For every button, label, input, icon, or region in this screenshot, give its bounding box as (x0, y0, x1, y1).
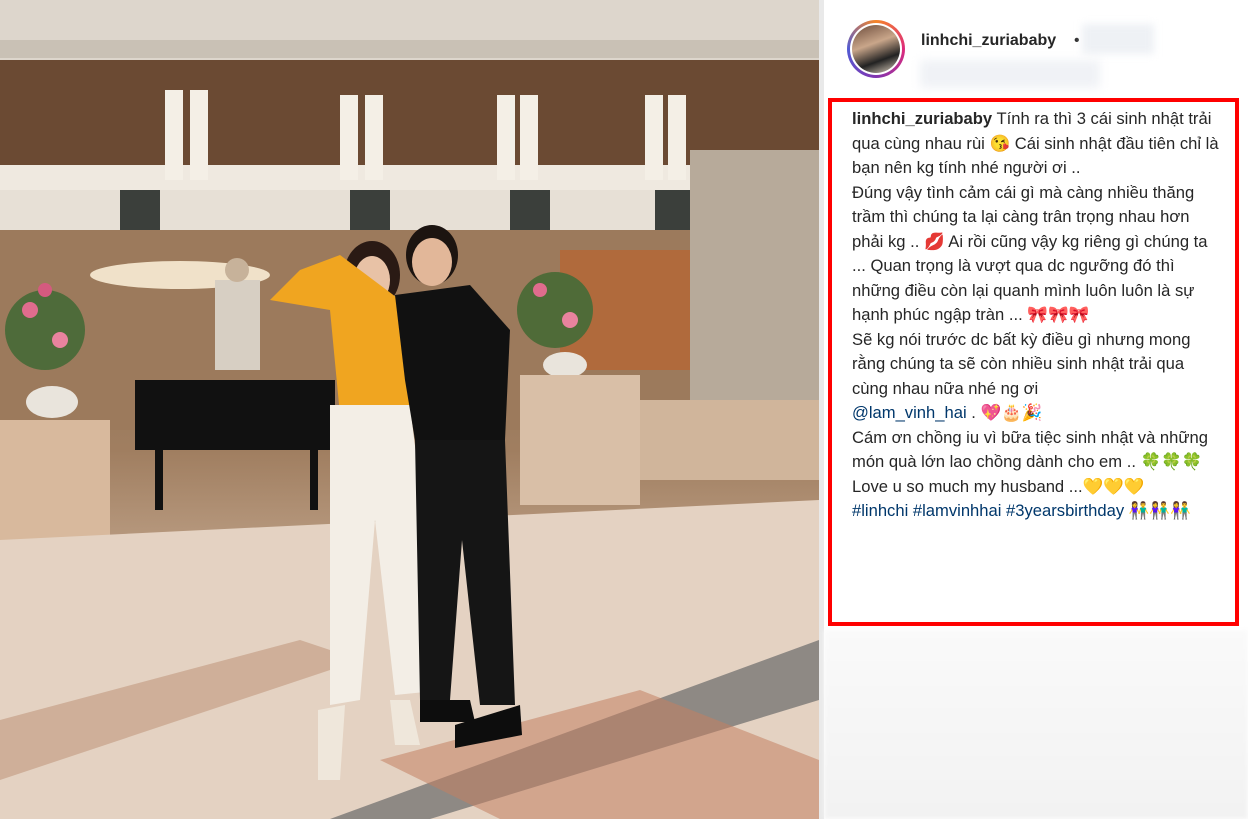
caption-paragraph: Cám ơn chồng iu vì bữa tiệc sinh nhật và… (852, 426, 1224, 475)
column (497, 95, 515, 180)
stone-wall (690, 150, 819, 410)
fascia-panel (510, 190, 550, 230)
caption-line: Love u so much my husband ...💛💛💛 (852, 476, 1145, 496)
caption-paragraph: Sẽ kg nói trước dc bất kỳ điều gì nhưng … (852, 328, 1224, 402)
caption-line: Cám ơn chồng iu vì bữa tiệc sinh nhật và… (852, 427, 1208, 472)
avatar-image (852, 25, 900, 73)
column (190, 90, 208, 180)
username-link[interactable]: linhchi_zuriababy (921, 32, 1056, 50)
flower-arrangement (517, 272, 593, 348)
column (520, 95, 538, 180)
caption-paragraph: linhchi_zuriababy Tính ra thì 3 cái sinh… (852, 107, 1224, 181)
post-photo (0, 0, 819, 819)
caption-paragraph: #linhchi #lamvinhhai #3yearsbirthday 👫👫👫 (852, 499, 1224, 524)
post-details-panel: linhchi_zuriababy • linhchi_zuriababy Tí… (824, 0, 1248, 819)
hashtag-suffix: 👫👫👫 (1124, 501, 1191, 520)
caption-paragraph: Đúng vậy tình cảm cái gì mà càng nhiều t… (852, 181, 1224, 328)
counter (520, 375, 640, 505)
avatar[interactable] (847, 20, 905, 78)
blurred-comments-area (824, 630, 1248, 819)
separator-dot: • (1074, 32, 1080, 49)
post-header: linhchi_zuriababy • (824, 0, 1248, 96)
blurred-location (920, 60, 1100, 88)
fountain (215, 280, 260, 370)
caption-author-link[interactable]: linhchi_zuriababy (852, 109, 992, 128)
fascia-panel (350, 190, 390, 230)
mention-suffix: . 💖🎂🎉 (966, 403, 1043, 422)
column (365, 95, 383, 180)
column (645, 95, 663, 180)
caption-paragraph: @lam_vinh_hai . 💖🎂🎉 (852, 401, 1224, 426)
caption-line: Sẽ kg nói trước dc bất kỳ điều gì nhưng … (852, 329, 1191, 398)
caption-line: Đúng vậy tình cảm cái gì mà càng nhiều t… (852, 182, 1208, 325)
hashtag-links[interactable]: #linhchi #lamvinhhai #3yearsbirthday (852, 501, 1124, 520)
fascia-panel (655, 190, 695, 230)
column (165, 90, 183, 180)
column (340, 95, 358, 180)
fountain-top (225, 258, 249, 282)
flower-arrangement (5, 290, 85, 370)
caption-paragraph: Love u so much my husband ...💛💛💛 (852, 475, 1224, 500)
grand-piano (135, 380, 335, 450)
flower-vase (26, 386, 78, 418)
column (668, 95, 686, 180)
flower-vase (543, 352, 587, 378)
caption-highlight-box: linhchi_zuriababy Tính ra thì 3 cái sinh… (828, 98, 1239, 626)
mention-link[interactable]: @lam_vinh_hai (852, 403, 967, 422)
lobby-photo-illustration (0, 0, 819, 819)
caption-text: linhchi_zuriababy Tính ra thì 3 cái sinh… (852, 107, 1224, 524)
fascia-panel (120, 190, 160, 230)
counter (640, 400, 819, 480)
blurred-follow-button (1082, 24, 1154, 54)
ceiling-trim (0, 40, 819, 58)
